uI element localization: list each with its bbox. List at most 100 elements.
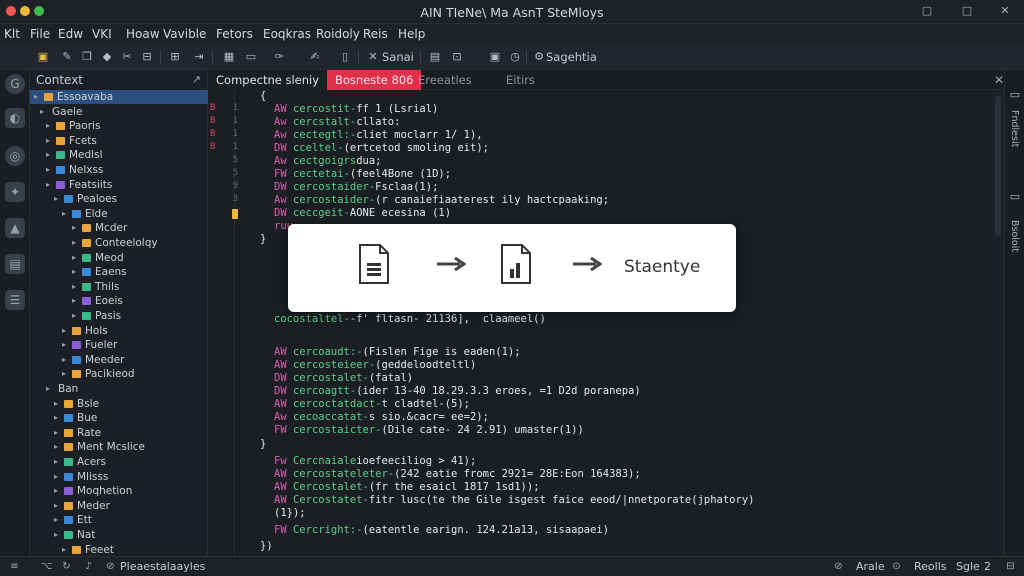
tree-item[interactable]: ▸ Paoris [30,119,208,133]
panel-icon[interactable]: ▭ [1008,88,1022,102]
extensions-icon[interactable]: ▲ [5,218,25,238]
menu-item-5[interactable]: Vavible [163,27,206,41]
window2-icon[interactable]: ▣ [488,50,502,64]
chevron-right-icon[interactable]: ▸ [54,440,58,454]
editor-scrollbar[interactable] [992,90,1004,556]
chevron-right-icon[interactable]: ▸ [46,382,50,396]
close-icon[interactable]: ✕ [998,4,1012,18]
status-left-text[interactable]: Pleaestalaayles [120,560,205,573]
list-icon[interactable]: ☰ [5,290,25,310]
status-item-4[interactable]: 2 [984,560,991,573]
sync-status-icon[interactable]: ↻ [60,560,73,573]
chevron-right-icon[interactable]: ▸ [54,426,58,440]
editor-tab[interactable]: Eitirs [498,70,543,90]
breakpoint-marker[interactable]: B [210,103,220,113]
tree-item[interactable]: ▸ Essoavaba [30,90,208,104]
chat-icon[interactable]: ◐ [5,108,25,128]
tree-item[interactable]: ▸ Medlsl [30,148,208,162]
chevron-right-icon[interactable]: ▸ [72,265,76,279]
tree-item[interactable]: ▸ Ment Mcslice [30,440,208,454]
copy-icon[interactable]: ❐ [80,50,94,64]
github-icon[interactable]: G [5,74,25,94]
tree-item[interactable]: ▸ Gaele [30,105,208,119]
restore-icon[interactable]: ▢ [920,4,934,18]
breakpoint-marker[interactable]: B [210,116,220,126]
right-panel-label-2[interactable]: Bsoloit [1009,220,1020,252]
sync-button[interactable]: Sanai [382,50,414,64]
menu-item-8[interactable]: Roidoly [316,27,360,41]
debug-icon[interactable]: ✦ [5,182,25,202]
tree-item[interactable]: ▸ Bsle [30,397,208,411]
tree-item[interactable]: ▸ Nat [30,528,208,542]
feedback-icon[interactable]: ⊘ [832,560,845,573]
chevron-right-icon[interactable]: ▸ [54,528,58,542]
status-item-1[interactable]: Arale [856,560,885,573]
tag-icon[interactable]: ⊞ [168,50,182,64]
problems-icon[interactable]: ⊘ [104,560,117,573]
tree-item[interactable]: ▸ Mcder [30,221,208,235]
chevron-right-icon[interactable]: ▸ [72,251,76,265]
window-icon[interactable]: ▯ [338,50,352,64]
split-icon[interactable]: ⊟ [140,50,154,64]
chevron-right-icon[interactable]: ▸ [72,309,76,323]
status-item-2[interactable]: Reolls [914,560,947,573]
settings-button[interactable]: Sagehtia [546,50,597,64]
branch-icon[interactable]: ⌥ [40,560,53,573]
chevron-right-icon[interactable]: ▸ [72,236,76,250]
right-panel-label-1[interactable]: Fndlesit [1009,110,1020,147]
chevron-right-icon[interactable]: ▸ [54,397,58,411]
menu-item-2[interactable]: Edw [58,27,83,41]
menu-item-3[interactable]: VKI [92,27,112,41]
tree-item[interactable]: ▸ Rate [30,426,208,440]
breakpoint-marker[interactable]: B [210,129,220,139]
menu-item-1[interactable]: File [30,27,50,41]
chevron-right-icon[interactable]: ▸ [54,484,58,498]
tree-item[interactable]: ▸ Ban [30,382,208,396]
panel2-icon[interactable]: ▭ [1008,190,1022,204]
calendar-icon[interactable]: ▤ [5,254,25,274]
menu-item-6[interactable]: Fetors [216,27,253,41]
chevron-right-icon[interactable]: ▸ [54,499,58,513]
tree-item[interactable]: ▸ Meder [30,499,208,513]
chevron-right-icon[interactable]: ▸ [54,455,58,469]
clip-icon[interactable]: ✂ [120,50,134,64]
diamond-icon[interactable]: ◆ [100,50,114,64]
puzzle-icon[interactable]: ✑ [272,50,286,64]
tree-item[interactable]: ▸ Acers [30,455,208,469]
tree-item[interactable]: ▸ Elde [30,207,208,221]
menu-item-0[interactable]: Klt [4,27,20,41]
book-icon[interactable]: ✍ [308,50,322,64]
tree-item[interactable]: ▸ Eoeis [30,294,208,308]
menu-item-7[interactable]: Eoqkras [263,27,311,41]
sync-icon[interactable]: ✕ [366,50,380,64]
settings-icon[interactable]: ⚙ [532,50,546,64]
chevron-right-icon[interactable]: ▸ [46,163,50,177]
maximize-icon[interactable]: □ [960,4,974,18]
edit-icon[interactable]: ✎ [60,50,74,64]
person-icon[interactable]: ⊙ [890,560,903,573]
tree-item[interactable]: ▸ Eaens [30,265,208,279]
editor-tab[interactable]: Ereeatles [410,70,480,90]
chevron-right-icon[interactable]: ▸ [54,513,58,527]
tree-item[interactable]: ▸ Fcets [30,134,208,148]
chevron-right-icon[interactable]: ▸ [62,207,66,221]
tree-item[interactable]: ▸ Meeder [30,353,208,367]
clock-icon[interactable]: ◷ [508,50,522,64]
chevron-right-icon[interactable]: ▸ [62,367,66,381]
tree-item[interactable]: ▸ Pealoes [30,192,208,206]
menu-item-4[interactable]: Hoaw [126,27,160,41]
grid2-icon[interactable]: ▤ [428,50,442,64]
chevron-right-icon[interactable]: ▸ [54,470,58,484]
indent-icon[interactable]: ⇥ [192,50,206,64]
save-icon[interactable]: ▣ [36,50,50,64]
menu-item-10[interactable]: Help [398,27,425,41]
sidebar-menu-icon[interactable]: ↗ [192,73,201,86]
chevron-right-icon[interactable]: ▸ [46,148,50,162]
tree-item[interactable]: ▸ Conteelolqy [30,236,208,250]
grid-icon[interactable]: ▦ [222,50,236,64]
breakpoint-marker[interactable]: B [210,142,220,152]
globe-icon[interactable]: ◎ [5,146,25,166]
status-item-3[interactable]: Sgle [956,560,980,573]
bell-icon[interactable]: ♪ [82,560,95,573]
editor-tab[interactable]: Compectne sleniy [208,70,328,90]
